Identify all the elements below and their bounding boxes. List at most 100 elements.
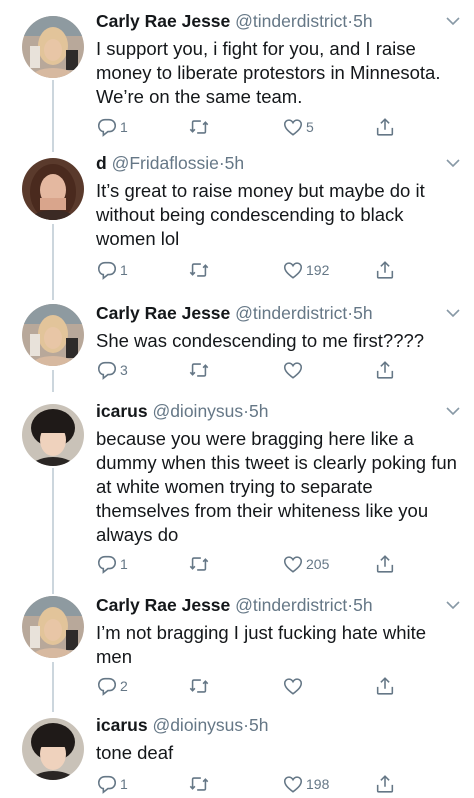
reply-button[interactable]: 1 xyxy=(96,115,128,139)
tweet-actions: 1 5 xyxy=(96,115,456,139)
chevron-down-icon[interactable] xyxy=(446,308,460,318)
like-count: 192 xyxy=(306,262,330,278)
retweet-button[interactable] xyxy=(188,674,210,698)
share-icon xyxy=(376,555,394,573)
retweet-button[interactable] xyxy=(188,258,210,282)
heart-icon xyxy=(283,678,303,695)
retweet-icon xyxy=(189,679,209,693)
chevron-down-icon[interactable] xyxy=(446,16,460,26)
author-handle[interactable]: @dioinysus xyxy=(152,401,243,421)
share-icon xyxy=(376,118,394,136)
timestamp[interactable]: 5h xyxy=(249,401,268,421)
retweet-icon xyxy=(189,557,209,571)
timestamp[interactable]: 5h xyxy=(353,303,372,323)
heart-icon xyxy=(283,556,303,573)
tweet[interactable]: icarus @dioinysus·5h tone deaf 1 198 xyxy=(0,714,474,798)
reply-count: 1 xyxy=(120,776,128,792)
like-count: 5 xyxy=(306,119,314,135)
like-button[interactable] xyxy=(282,674,306,698)
like-button[interactable]: 192 xyxy=(282,258,329,282)
timestamp[interactable]: 5h xyxy=(249,715,268,735)
retweet-button[interactable] xyxy=(188,358,210,382)
reply-icon xyxy=(97,118,117,137)
reply-icon xyxy=(97,775,117,794)
chevron-down-icon[interactable] xyxy=(446,158,460,168)
tweet-actions: 1 198 xyxy=(96,772,456,796)
share-button[interactable] xyxy=(374,358,396,382)
share-icon xyxy=(376,775,394,793)
reply-count: 1 xyxy=(120,262,128,278)
like-count: 205 xyxy=(306,556,330,572)
author-name[interactable]: d xyxy=(96,153,107,173)
like-button[interactable]: 198 xyxy=(282,772,329,796)
author-name[interactable]: icarus xyxy=(96,715,148,735)
chevron-down-icon[interactable] xyxy=(446,406,460,416)
heart-icon xyxy=(283,776,303,793)
retweet-icon xyxy=(189,263,209,277)
reply-count: 3 xyxy=(120,362,128,378)
reply-count: 2 xyxy=(120,678,128,694)
tweet-actions: 1 205 xyxy=(96,552,456,576)
reply-button[interactable]: 3 xyxy=(96,358,128,382)
reply-button[interactable]: 1 xyxy=(96,772,128,796)
share-icon xyxy=(376,677,394,695)
reply-icon xyxy=(97,555,117,574)
reply-count: 1 xyxy=(120,119,128,135)
author-handle[interactable]: @tinderdistrict xyxy=(235,595,347,615)
tweet[interactable]: d @Fridaflossie·5h It’s great to raise m… xyxy=(0,152,474,292)
share-button[interactable] xyxy=(374,772,396,796)
author-name[interactable]: icarus xyxy=(96,401,148,421)
heart-icon xyxy=(283,362,303,379)
share-icon xyxy=(376,361,394,379)
author-name[interactable]: Carly Rae Jesse xyxy=(96,303,230,323)
tweet-text: I’m not bragging I just fucking hate whi… xyxy=(96,622,427,667)
tweet[interactable]: Carly Rae Jesse @tinderdistrict·5h I sup… xyxy=(0,10,474,150)
timestamp[interactable]: 5h xyxy=(353,11,372,31)
reply-button[interactable]: 2 xyxy=(96,674,128,698)
share-icon xyxy=(376,261,394,279)
like-button[interactable]: 5 xyxy=(282,115,314,139)
tweet-actions: 1 192 xyxy=(96,258,456,282)
share-button[interactable] xyxy=(374,674,396,698)
retweet-button[interactable] xyxy=(188,772,210,796)
tweet[interactable]: Carly Rae Jesse @tinderdistrict·5h She w… xyxy=(0,302,474,392)
avatar[interactable] xyxy=(22,16,84,78)
retweet-button[interactable] xyxy=(188,552,210,576)
reply-button[interactable]: 1 xyxy=(96,552,128,576)
chevron-down-icon[interactable] xyxy=(446,600,460,610)
reply-count: 1 xyxy=(120,556,128,572)
share-button[interactable] xyxy=(374,115,396,139)
tweet-text: because you were bragging here like a du… xyxy=(96,428,457,545)
reply-icon xyxy=(97,677,117,696)
tweet-actions: 2 xyxy=(96,674,456,698)
author-handle[interactable]: @dioinysus xyxy=(152,715,243,735)
retweet-icon xyxy=(189,363,209,377)
author-name[interactable]: Carly Rae Jesse xyxy=(96,11,230,31)
like-count: 198 xyxy=(306,776,330,792)
author-handle[interactable]: @Fridaflossie xyxy=(112,153,219,173)
avatar[interactable] xyxy=(22,718,84,780)
reply-icon xyxy=(97,261,117,280)
tweet[interactable]: icarus @dioinysus·5h because you were br… xyxy=(0,400,474,590)
author-handle[interactable]: @tinderdistrict xyxy=(235,11,347,31)
avatar[interactable] xyxy=(22,158,84,220)
avatar[interactable] xyxy=(22,404,84,466)
heart-icon xyxy=(283,119,303,136)
tweet-text: She was condescending to me first???? xyxy=(96,330,425,351)
tweet-text: I support you, i fight for you, and I ra… xyxy=(96,38,441,107)
avatar[interactable] xyxy=(22,596,84,658)
tweet[interactable]: Carly Rae Jesse @tinderdistrict·5h I’m n… xyxy=(0,594,474,706)
share-button[interactable] xyxy=(374,552,396,576)
timestamp[interactable]: 5h xyxy=(353,595,372,615)
author-handle[interactable]: @tinderdistrict xyxy=(235,303,347,323)
like-button[interactable] xyxy=(282,358,306,382)
share-button[interactable] xyxy=(374,258,396,282)
like-button[interactable]: 205 xyxy=(282,552,329,576)
timestamp[interactable]: 5h xyxy=(225,153,244,173)
retweet-icon xyxy=(189,777,209,791)
avatar[interactable] xyxy=(22,304,84,366)
tweet-text: tone deaf xyxy=(96,742,174,763)
author-name[interactable]: Carly Rae Jesse xyxy=(96,595,230,615)
reply-button[interactable]: 1 xyxy=(96,258,128,282)
retweet-button[interactable] xyxy=(188,115,210,139)
